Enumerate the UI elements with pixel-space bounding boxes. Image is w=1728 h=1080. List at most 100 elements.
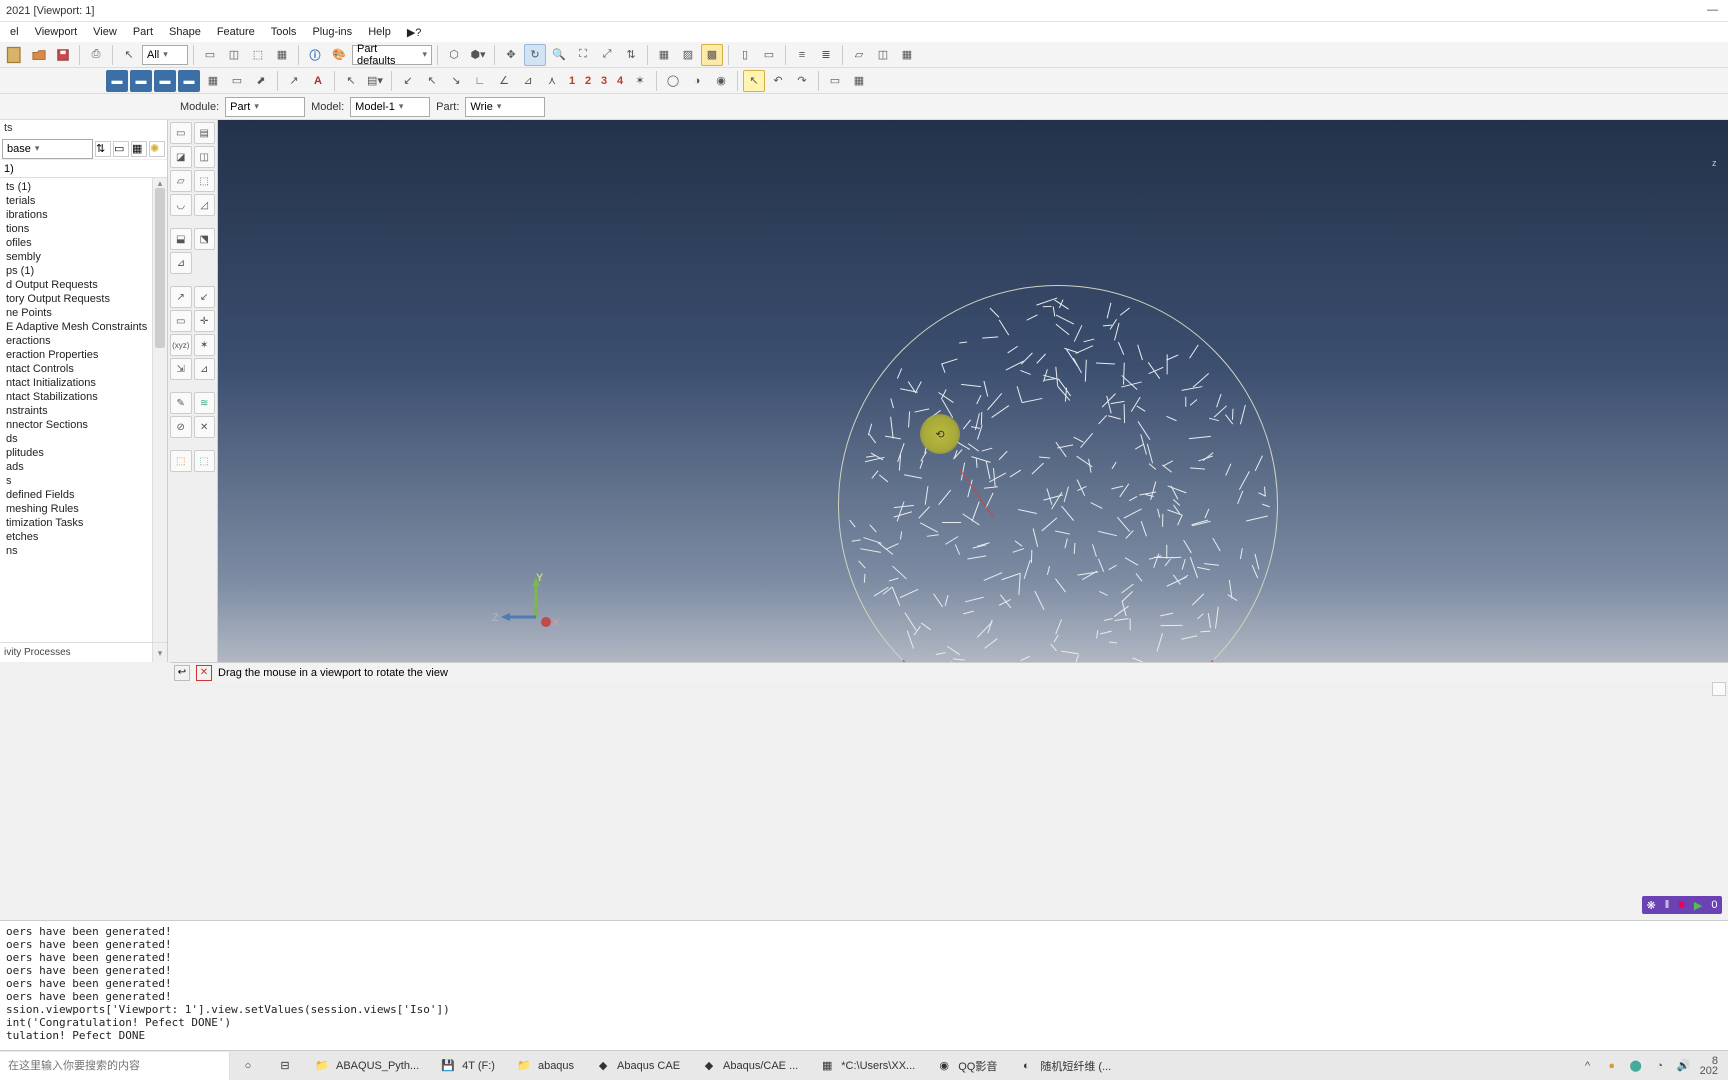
select-arrow-icon[interactable]: ⬈ (250, 70, 272, 92)
minimize-button[interactable]: — (1707, 4, 1718, 16)
datum-pt-icon[interactable]: ↗ (170, 286, 192, 308)
tool-b-icon[interactable]: ▦ (848, 70, 870, 92)
grid1-icon[interactable]: ≡ (791, 44, 813, 66)
axis6-icon[interactable]: ⊿ (517, 70, 539, 92)
menu-help[interactable]: Help (362, 24, 397, 40)
tree-item[interactable]: s (0, 474, 167, 488)
view4-label[interactable]: 4 (613, 75, 627, 87)
query-icon[interactable]: ⓘ (304, 44, 326, 66)
circle3-icon[interactable]: ◉ (710, 70, 732, 92)
tree-item[interactable]: ne Points (0, 306, 167, 320)
round-icon[interactable]: ◡ (170, 194, 192, 216)
datum-plane-icon[interactable]: ▭ (170, 310, 192, 332)
zoom-icon[interactable]: 🔍 (548, 44, 570, 66)
pan-icon[interactable]: ✥ (500, 44, 522, 66)
menu-shape[interactable]: Shape (163, 24, 207, 40)
menu-view[interactable]: View (87, 24, 123, 40)
tree-root[interactable]: 1) (0, 160, 167, 178)
split1-icon[interactable]: ▯ (734, 44, 756, 66)
view2-label[interactable]: 2 (581, 75, 595, 87)
tree-item[interactable]: timization Tasks (0, 516, 167, 530)
tree-tool1-icon[interactable]: ⇅ (95, 141, 111, 157)
visibility-combo[interactable]: All (142, 45, 188, 65)
wand-icon[interactable]: ✶ (629, 70, 651, 92)
print-icon[interactable]: ⎙ (85, 44, 107, 66)
circle2-icon[interactable]: ◑ (686, 70, 708, 92)
box3-icon[interactable]: ▦ (896, 44, 918, 66)
redo-icon[interactable]: ↷ (791, 70, 813, 92)
partition-cell-icon[interactable]: ⬔ (194, 228, 216, 250)
new-model-icon[interactable] (4, 44, 26, 66)
render-style-combo[interactable]: Part defaults (352, 45, 432, 65)
create-wire-icon[interactable]: ▱ (170, 170, 192, 192)
part-manager-icon[interactable]: ▤ (194, 122, 216, 144)
view3-label[interactable]: 3 (597, 75, 611, 87)
offset-icon[interactable]: ⇲ (170, 358, 192, 380)
circle1-icon[interactable]: ◯ (662, 70, 684, 92)
axis5-icon[interactable]: ∠ (493, 70, 515, 92)
tree-tab[interactable]: ts (0, 120, 167, 138)
create-part-icon[interactable]: ▭ (170, 122, 192, 144)
view-back-icon[interactable]: ▬ (130, 70, 152, 92)
taskbar-search[interactable] (0, 1052, 230, 1080)
partition-edge-icon[interactable]: ⊿ (170, 252, 192, 274)
rotate-icon[interactable]: ↻ (524, 44, 546, 66)
tree-item[interactable]: ntact Initializations (0, 376, 167, 390)
iso2-icon[interactable]: ⬢▾ (467, 44, 489, 66)
axis3-icon[interactable]: ↘ (445, 70, 467, 92)
taskbar-item[interactable]: ◆Abaqus/CAE ... (691, 1052, 809, 1080)
tree-bulb-icon[interactable]: ✺ (149, 141, 165, 157)
recorder-widget[interactable]: ❋ ‖ ■ ▶ 0 (1642, 896, 1722, 914)
prompt-back-button[interactable]: ↩ (174, 665, 190, 681)
open-icon[interactable] (28, 44, 50, 66)
module-combo[interactable]: Part (225, 97, 305, 117)
datum-axis-icon[interactable]: ↙ (194, 286, 216, 308)
tree-item[interactable]: eraction Properties (0, 348, 167, 362)
persp2-icon[interactable]: ▨ (677, 44, 699, 66)
message-area[interactable]: oers have been generated! oers have been… (0, 920, 1728, 1050)
taskbar-item[interactable]: ⊟ (267, 1052, 304, 1080)
tools-icon[interactable]: ✕ (194, 416, 216, 438)
cycle-icon[interactable]: ⇅ (620, 44, 642, 66)
geom-repair-icon[interactable]: ⬚ (170, 450, 192, 472)
tree-item[interactable]: etches (0, 530, 167, 544)
menu-whatsthis[interactable]: ▶? (401, 24, 428, 41)
menu-feature[interactable]: Feature (211, 24, 261, 40)
create-shell-icon[interactable]: ◫ (194, 146, 216, 168)
create-solid-icon[interactable]: ◪ (170, 146, 192, 168)
grid2-icon[interactable]: ≣ (815, 44, 837, 66)
rec-icon[interactable]: ❋ (1646, 899, 1655, 912)
menu-part[interactable]: Part (127, 24, 159, 40)
taskbar-item[interactable]: ○ (230, 1052, 267, 1080)
part-combo[interactable]: Wrie (465, 97, 545, 117)
tree-item[interactable]: tions (0, 222, 167, 236)
xyz-icon[interactable]: (xyz) (170, 334, 192, 356)
tree-tool3-icon[interactable]: ▦ (131, 141, 147, 157)
tray-up-icon[interactable]: ^ (1580, 1058, 1596, 1074)
pick-icon[interactable]: ↖ (340, 70, 362, 92)
tree-item[interactable]: plitudes (0, 446, 167, 460)
msg-tool1-icon[interactable] (1712, 682, 1726, 696)
tree-item[interactable]: E Adaptive Mesh Constraints (0, 320, 167, 334)
layout3-icon[interactable]: ⬚ (247, 44, 269, 66)
layout4-icon[interactable]: ▦ (271, 44, 293, 66)
taskbar-item[interactable]: 📁abaqus (506, 1052, 585, 1080)
menu-plugins[interactable]: Plug-ins (306, 24, 358, 40)
axis1-icon[interactable]: ↙ (397, 70, 419, 92)
tree-item[interactable]: sembly (0, 250, 167, 264)
tray-icon-3[interactable]: ◔ (1652, 1058, 1668, 1074)
view-cube-z[interactable]: z (1712, 158, 1728, 178)
taskbar-item[interactable]: 📁ABAQUS_Pyth... (304, 1052, 430, 1080)
view-grid-icon[interactable]: ▦ (202, 70, 224, 92)
tray-icon-1[interactable]: ● (1604, 1058, 1620, 1074)
model-combo[interactable]: Model-1 (350, 97, 430, 117)
tree-tool2-icon[interactable]: ▭ (113, 141, 129, 157)
chamfer-icon[interactable]: ◿ (194, 194, 216, 216)
scroll-thumb[interactable] (155, 188, 165, 348)
menu-viewport[interactable]: Viewport (29, 24, 84, 40)
tree-item[interactable]: meshing Rules (0, 502, 167, 516)
mirror-icon[interactable]: ⊿ (194, 358, 216, 380)
undo-icon[interactable]: ↶ (767, 70, 789, 92)
tree-item[interactable]: eractions (0, 334, 167, 348)
layout1-icon[interactable]: ▭ (199, 44, 221, 66)
